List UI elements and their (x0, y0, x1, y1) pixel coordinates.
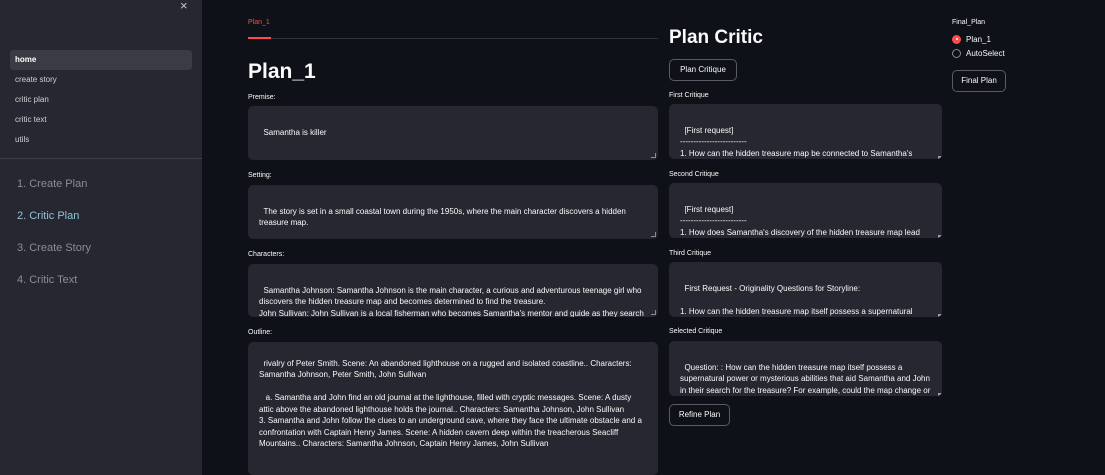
radio-option-plan-1[interactable]: Plan_1 (952, 33, 991, 45)
radio-unselected-icon[interactable] (952, 48, 961, 58)
selected-critique-label: Selected Critique (669, 328, 723, 335)
sidebar-item-home[interactable]: home (10, 50, 192, 70)
outline-text: rivalry of Peter Smith. Scene: An abando… (259, 358, 642, 449)
radio-label: Plan_1 (966, 34, 991, 44)
sidebar: × home create story critic plan critic t… (0, 0, 202, 475)
scrollbar[interactable] (938, 314, 942, 317)
final-plan-button[interactable]: Final Plan (952, 70, 1006, 92)
tab-bar-line (248, 38, 658, 39)
step-create-plan[interactable]: 1. Create Plan (17, 173, 91, 205)
selected-critique-text: Question: : How can the hidden treasure … (680, 362, 931, 395)
sidebar-item-utils[interactable]: utils (10, 130, 192, 150)
step-critic-plan[interactable]: 2. Critic Plan (17, 205, 91, 237)
second-critique-textarea[interactable]: [First request] ------------------------… (669, 183, 942, 238)
sidebar-nav: home create story critic plan critic tex… (10, 50, 192, 150)
radio-option-autoselect[interactable]: AutoSelect (952, 47, 1005, 59)
scrollbar[interactable] (938, 235, 942, 238)
characters-label: Characters: (248, 251, 285, 258)
first-critique-text: [First request] ------------------------… (680, 125, 913, 158)
premise-text: Samantha is killer (263, 127, 327, 137)
scrollbar[interactable] (938, 393, 942, 396)
premise-textarea[interactable]: Samantha is killer (248, 106, 658, 160)
characters-text: Samantha Johnson: Samantha Johnson is th… (259, 285, 644, 318)
second-critique-label: Second Critique (669, 171, 719, 178)
first-critique-label: First Critique (669, 92, 709, 99)
sidebar-divider (0, 158, 202, 159)
close-icon[interactable]: × (180, 0, 188, 12)
tab-plan-1[interactable]: Plan_1 (248, 19, 270, 26)
selected-critique-textarea[interactable]: Question: : How can the hidden treasure … (669, 341, 942, 396)
third-critique-textarea[interactable]: First Request - Originality Questions fo… (669, 262, 942, 317)
tab-active-indicator (248, 37, 271, 39)
characters-textarea[interactable]: Samantha Johnson: Samantha Johnson is th… (248, 264, 658, 317)
plan-title: Plan_1 (248, 60, 316, 83)
radio-selected-icon[interactable] (952, 34, 961, 44)
sidebar-item-critic-plan[interactable]: critic plan (10, 90, 192, 110)
setting-label: Setting: (248, 172, 272, 179)
third-critique-label: Third Critique (669, 250, 712, 257)
resize-handle-icon[interactable] (651, 232, 656, 237)
outline-textarea[interactable]: rivalry of Peter Smith. Scene: An abando… (248, 342, 658, 475)
sidebar-item-critic-text[interactable]: critic text (10, 110, 192, 130)
resize-handle-icon[interactable] (651, 153, 656, 158)
outline-label: Outline: (248, 329, 273, 336)
step-create-story[interactable]: 3. Create Story (17, 237, 91, 269)
plan-critique-button[interactable]: Plan Critique (669, 59, 737, 81)
resize-handle-icon[interactable] (651, 310, 656, 315)
first-critique-textarea[interactable]: [First request] ------------------------… (669, 104, 942, 159)
plan-critic-title: Plan Critic (669, 27, 763, 48)
final-plan-label: Final_Plan (952, 19, 986, 26)
radio-label: AutoSelect (966, 48, 1005, 58)
scrollbar[interactable] (938, 156, 942, 159)
third-critique-text: First Request - Originality Questions fo… (680, 283, 913, 316)
workflow-steps: 1. Create Plan 2. Critic Plan 3. Create … (17, 173, 91, 301)
setting-text: The story is set in a small coastal town… (259, 206, 629, 228)
refine-plan-button[interactable]: Refine Plan (669, 404, 730, 426)
premise-label: Premise: (248, 94, 276, 101)
setting-textarea[interactable]: The story is set in a small coastal town… (248, 185, 658, 239)
second-critique-text: [First request] ------------------------… (680, 204, 920, 237)
sidebar-item-create-story[interactable]: create story (10, 70, 192, 90)
step-critic-text[interactable]: 4. Critic Text (17, 269, 91, 301)
